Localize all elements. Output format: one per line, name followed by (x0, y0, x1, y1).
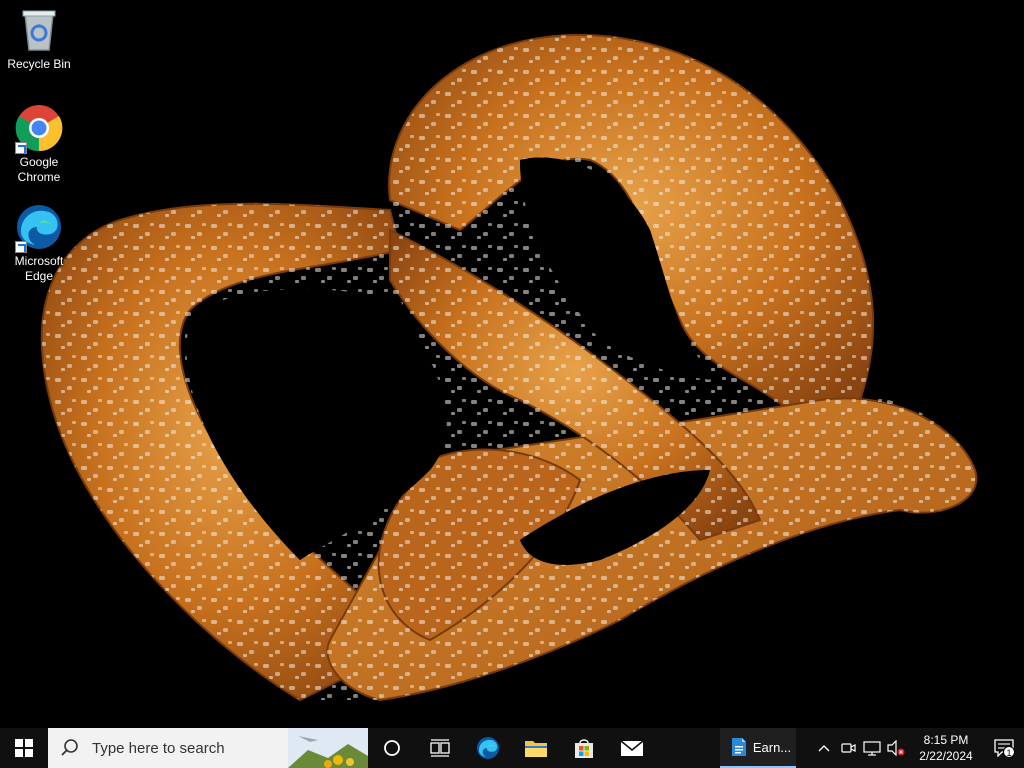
recycle-bin-shortcut[interactable]: Recycle Bin (4, 6, 74, 72)
microsoft-store-icon (575, 739, 593, 758)
start-button[interactable] (0, 728, 48, 768)
edge-label: Microsoft Edge (14, 254, 64, 283)
edge-icon (477, 737, 499, 759)
taskbar-store-button[interactable] (560, 728, 608, 768)
taskbar: Type here to search Earn... 8:15 PM 2/22… (0, 728, 1024, 768)
cortana-button[interactable] (368, 728, 416, 768)
clock-date: 2/22/2024 (919, 749, 973, 763)
meet-now-icon (841, 743, 856, 753)
recycle-bin-icon (15, 6, 63, 54)
open-document-label: Earn... (752, 739, 792, 755)
windows-logo-icon (15, 739, 33, 757)
tray-meet-now-button[interactable] (836, 728, 860, 768)
tray-volume-button[interactable] (884, 728, 908, 768)
network-icon (863, 741, 881, 756)
taskbar-file-explorer-button[interactable] (512, 728, 560, 768)
search-highlight-illustration-icon (288, 728, 368, 768)
search-icon (61, 739, 78, 756)
taskbar-clock[interactable]: 8:15 PM 2/22/2024 (908, 728, 984, 768)
desktop[interactable]: Recycle Bin Google Chrome Microsoft Edge (0, 0, 1024, 728)
tray-network-button[interactable] (860, 728, 884, 768)
document-icon (731, 738, 746, 756)
chrome-label: Google Chrome (17, 155, 61, 184)
mail-icon (620, 740, 644, 756)
chevron-up-icon (818, 745, 830, 752)
notification-count-badge: 1 (1003, 746, 1015, 758)
pretzel-wallpaper (40, 33, 978, 702)
clock-time: 8:15 PM (923, 733, 969, 747)
taskbar-open-document-button[interactable]: Earn... (720, 728, 796, 768)
file-explorer-icon (525, 741, 547, 757)
taskbar-mail-button[interactable] (608, 728, 656, 768)
taskbar-search-box[interactable]: Type here to search (48, 728, 368, 768)
edge-shortcut[interactable]: Microsoft Edge (4, 203, 74, 284)
chrome-shortcut[interactable]: Google Chrome (4, 104, 74, 185)
chrome-icon (15, 104, 63, 154)
show-hidden-icons-button[interactable] (812, 728, 836, 768)
volume-muted-icon (887, 740, 905, 756)
taskbar-edge-button[interactable] (464, 728, 512, 768)
shortcut-arrow-icon (15, 142, 27, 154)
task-view-icon (430, 739, 450, 757)
search-placeholder: Type here to search (92, 739, 225, 757)
cortana-circle-icon (384, 740, 400, 756)
task-view-button[interactable] (416, 728, 464, 768)
shortcut-arrow-icon (15, 241, 27, 253)
recycle-bin-label: Recycle Bin (7, 57, 71, 71)
action-center-button[interactable]: 1 (984, 728, 1024, 768)
edge-icon (15, 203, 63, 253)
